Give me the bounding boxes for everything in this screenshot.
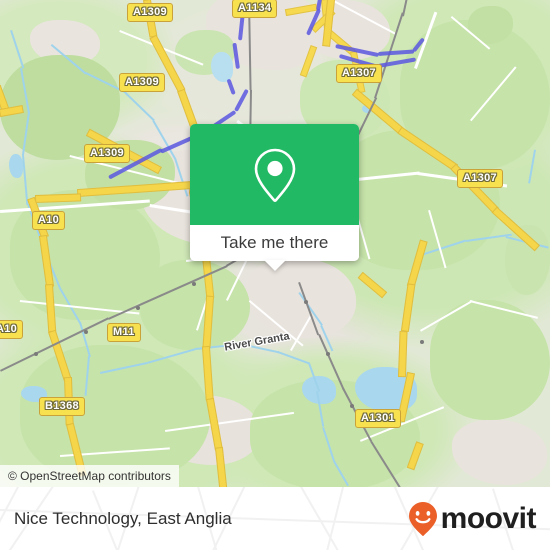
road-shield: A1309 (119, 73, 165, 92)
card-pointer-arrow (263, 260, 286, 271)
moovit-wordmark: moovit (440, 501, 537, 535)
road-shield: A10 (0, 320, 24, 339)
moovit-logo[interactable]: moovit (408, 501, 537, 537)
screenshot-root: A1309 A1134 A1309 A1307 A1309 A1307 A10 … (0, 0, 550, 550)
moovit-pin-smiley-icon (408, 501, 438, 537)
card-image-area (190, 124, 359, 225)
location-callout-card[interactable]: Take me there (190, 124, 359, 271)
road-shield: A1309 (84, 144, 130, 163)
road-shield: A1301 (355, 409, 401, 428)
map-pin-icon (252, 146, 298, 204)
footer-bar: Nice Technology, East Anglia moovit (0, 487, 550, 550)
road-shield: A1134 (232, 0, 278, 18)
road-shield: M11 (107, 323, 141, 342)
road-shield: A10 (32, 211, 66, 230)
take-me-there-button[interactable]: Take me there (221, 233, 329, 253)
river-label: River Granta (223, 330, 291, 354)
road-shield: A1307 (336, 64, 382, 83)
road-shield: A1307 (457, 169, 503, 188)
osm-attribution[interactable]: © OpenStreetMap contributors (0, 465, 179, 487)
road-shield: A1309 (127, 3, 173, 22)
place-title: Nice Technology, East Anglia (14, 508, 232, 528)
road-shield: B1368 (39, 397, 85, 416)
card-action-area[interactable]: Take me there (190, 225, 359, 261)
